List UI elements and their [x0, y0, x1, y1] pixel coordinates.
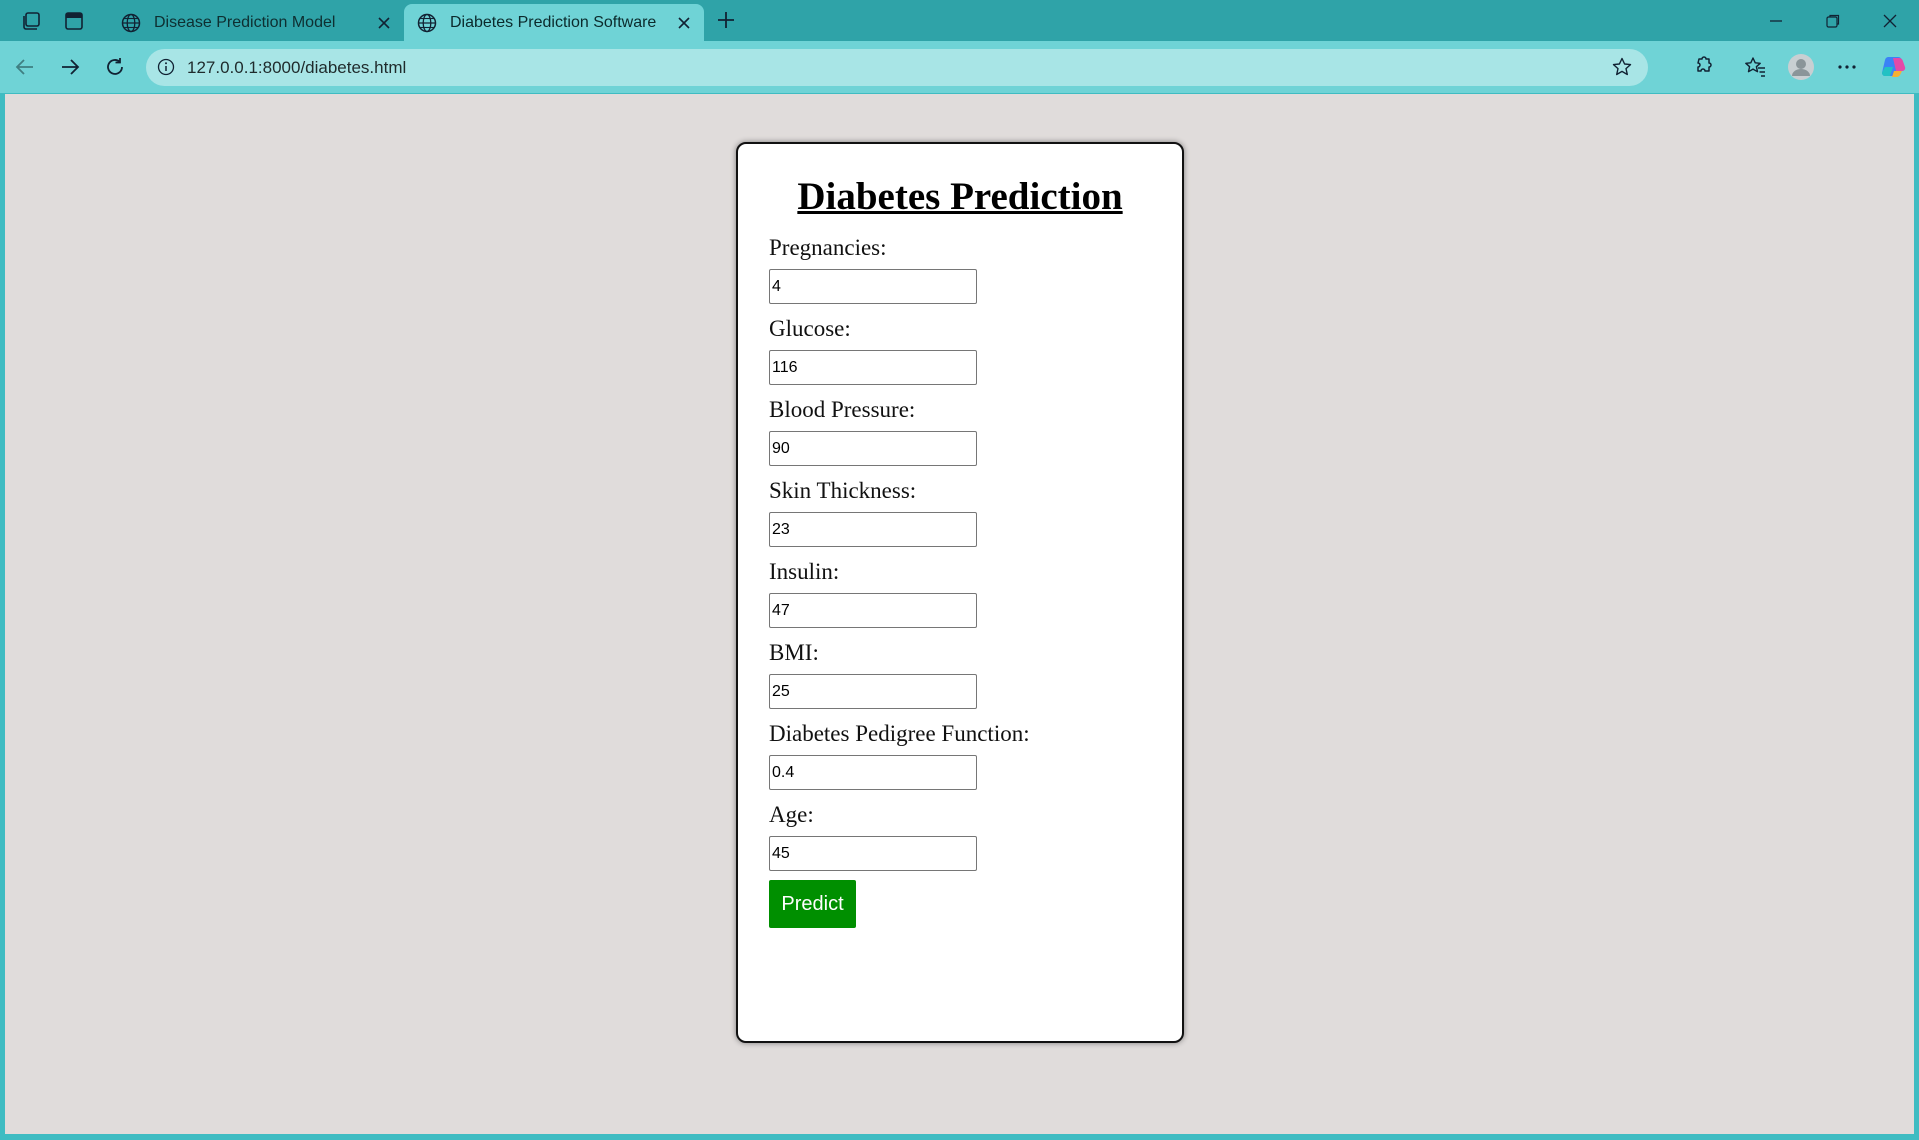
- new-tab-icon[interactable]: [712, 6, 740, 34]
- globe-icon: [120, 12, 142, 34]
- tab-title: Diabetes Prediction Software: [450, 13, 657, 31]
- window-close-icon[interactable]: [1862, 0, 1918, 41]
- field-skin-thickness: Skin Thickness:: [769, 477, 977, 547]
- site-info-icon[interactable]: [156, 57, 176, 77]
- field-diabetes-pedigree: Diabetes Pedigree Function:: [769, 720, 1030, 790]
- extensions-icon[interactable]: [1688, 52, 1718, 82]
- insulin-input[interactable]: [769, 593, 977, 628]
- glucose-label: Glucose:: [769, 316, 851, 341]
- tab-actions-icon[interactable]: [60, 7, 88, 35]
- favorites-icon[interactable]: [1740, 52, 1770, 82]
- close-icon[interactable]: [674, 13, 694, 33]
- back-icon[interactable]: [10, 52, 40, 82]
- age-label: Age:: [769, 802, 814, 827]
- tab-strip: Disease Prediction Model Diabetes Predic…: [0, 0, 1919, 41]
- minimize-icon[interactable]: [1748, 0, 1804, 41]
- profile-icon[interactable]: [1786, 52, 1816, 82]
- bmi-input[interactable]: [769, 674, 977, 709]
- bmi-label: BMI:: [769, 640, 819, 665]
- refresh-icon[interactable]: [100, 52, 130, 82]
- forward-icon[interactable]: [55, 52, 85, 82]
- tab-disease-prediction[interactable]: Disease Prediction Model: [108, 4, 404, 41]
- field-pregnancies: Pregnancies:: [769, 234, 977, 304]
- diabetes-pedigree-input[interactable]: [769, 755, 977, 790]
- field-blood-pressure: Blood Pressure:: [769, 396, 977, 466]
- field-glucose: Glucose:: [769, 315, 977, 385]
- tab-diabetes-prediction[interactable]: Diabetes Prediction Software: [404, 4, 704, 41]
- diabetes-pedigree-label: Diabetes Pedigree Function:: [769, 721, 1030, 746]
- glucose-input[interactable]: [769, 350, 977, 385]
- skin-thickness-label: Skin Thickness:: [769, 478, 917, 503]
- skin-thickness-input[interactable]: [769, 512, 977, 547]
- pregnancies-label: Pregnancies:: [769, 235, 887, 260]
- page-title: Diabetes Prediction: [797, 175, 1123, 218]
- browser-toolbar: 127.0.0.1:8000/diabetes.html: [0, 41, 1919, 93]
- insulin-label: Insulin:: [769, 559, 840, 584]
- field-age: Age:: [769, 801, 977, 871]
- tab-title: Disease Prediction Model: [154, 13, 336, 31]
- close-icon[interactable]: [374, 13, 394, 33]
- page-viewport: Diabetes Prediction Pregnancies: Glucose…: [5, 94, 1914, 1134]
- more-icon[interactable]: [1832, 52, 1862, 82]
- field-bmi: BMI:: [769, 639, 977, 709]
- blood-pressure-label: Blood Pressure:: [769, 397, 916, 422]
- age-input[interactable]: [769, 836, 977, 871]
- copilot-icon[interactable]: [1878, 52, 1908, 82]
- predict-button[interactable]: Predict: [769, 880, 856, 928]
- field-insulin: Insulin:: [769, 558, 977, 628]
- prediction-form-card: Diabetes Prediction Pregnancies: Glucose…: [736, 142, 1184, 1043]
- window-border: [0, 1134, 1919, 1140]
- pregnancies-input[interactable]: [769, 269, 977, 304]
- address-bar[interactable]: 127.0.0.1:8000/diabetes.html: [146, 49, 1648, 86]
- restore-icon[interactable]: [1805, 0, 1861, 41]
- workspaces-icon[interactable]: [17, 7, 45, 35]
- favorite-star-icon[interactable]: [1610, 55, 1634, 79]
- blood-pressure-input[interactable]: [769, 431, 977, 466]
- globe-icon: [416, 12, 438, 34]
- url-text[interactable]: 127.0.0.1:8000/diabetes.html: [187, 58, 406, 78]
